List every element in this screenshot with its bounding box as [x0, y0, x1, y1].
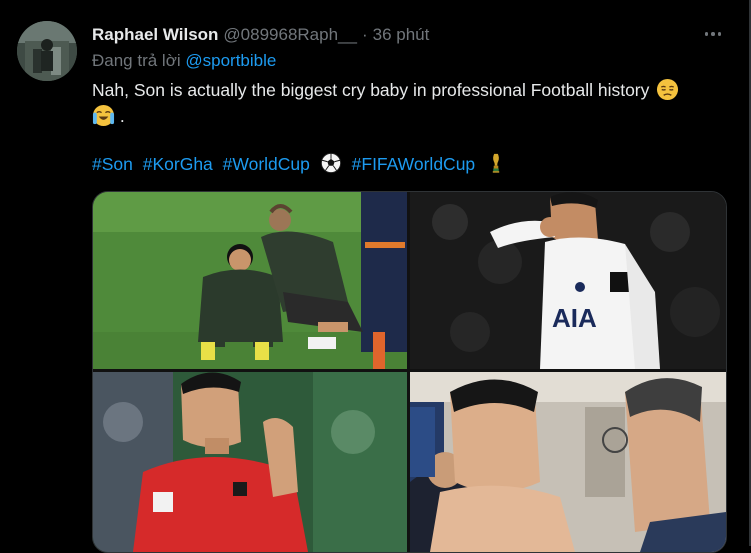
crying-face-emoji — [92, 104, 115, 127]
dot — [717, 32, 722, 36]
tweet-header: Raphael Wilson @089968Raph__ · 36 phút — [92, 24, 429, 46]
hashtag-link[interactable]: #WorldCup — [223, 154, 310, 174]
soccer-ball-icon — [320, 152, 341, 174]
hashtag-line: #Son #KorGha #WorldCup #FIFAWorldCup — [92, 151, 507, 177]
reply-mention-link[interactable]: @sportbible — [185, 51, 276, 70]
trophy-icon — [492, 153, 500, 173]
tweet-time[interactable]: 36 phút — [373, 25, 430, 45]
photo-players-sitting[interactable] — [93, 192, 407, 369]
hashtag-link[interactable]: #FIFAWorldCup — [352, 154, 476, 174]
tweet-text: Nah, Son is actually the biggest cry bab… — [92, 77, 732, 129]
author-handle[interactable]: @089968Raph__ — [223, 25, 357, 45]
photo-player-wiping-eye[interactable]: AIA — [410, 192, 726, 369]
dot — [704, 32, 709, 36]
separator-dot: · — [361, 25, 368, 44]
author-name[interactable]: Raphael Wilson — [92, 25, 218, 45]
replying-prefix: Đang trả lời — [92, 51, 181, 70]
replying-to: Đang trả lời @sportbible — [92, 51, 276, 71]
dot — [711, 32, 715, 36]
media-grid: AIA — [92, 191, 727, 553]
avatar[interactable] — [17, 21, 77, 81]
more-options-icon[interactable] — [700, 24, 726, 44]
svg-text:AIA: AIA — [552, 303, 597, 333]
tweet-text-suffix: . — [119, 106, 125, 126]
tweet-text-content: Nah, Son is actually the biggest cry bab… — [92, 80, 650, 100]
hashtag-link[interactable]: #Son — [92, 154, 133, 174]
tweet[interactable]: Raphael Wilson @089968Raph__ · 36 phút Đ… — [0, 0, 749, 553]
disappointed-face-emoji — [657, 78, 679, 101]
photo-player-crying-locker-room[interactable] — [410, 372, 726, 552]
photo-player-crying-red-kit[interactable] — [93, 372, 407, 552]
hashtag-link[interactable]: #KorGha — [143, 154, 213, 174]
